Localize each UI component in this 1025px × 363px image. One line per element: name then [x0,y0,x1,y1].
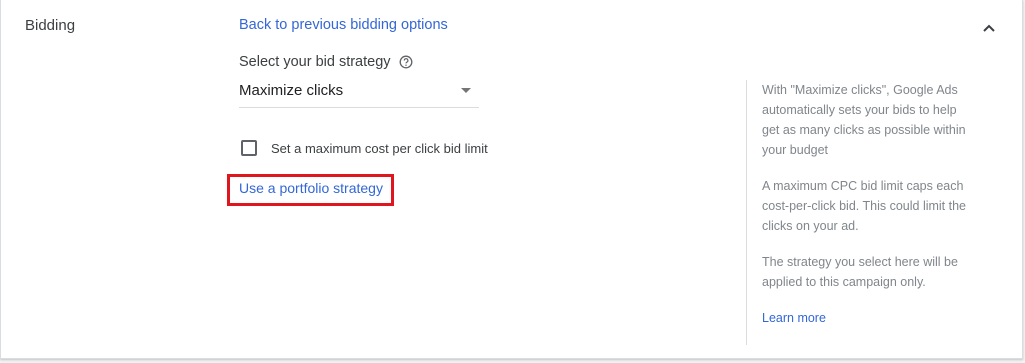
max-cpc-checkbox-label: Set a maximum cost per click bid limit [271,140,488,156]
help-paragraph-strategy-scope: The strategy you select here will be app… [762,255,958,289]
back-to-previous-bidding-options-link[interactable]: Back to previous bidding options [239,17,448,33]
chevron-up-icon [983,24,995,32]
bid-strategy-selected-value: Maximize clicks [239,82,344,99]
side-help-panel: With "Maximize clicks", Google Ads autom… [746,80,976,345]
help-paragraph-max-cpc: A maximum CPC bid limit caps each cost-p… [762,179,967,233]
bidding-panel: Bidding Back to previous bidding options… [0,0,1023,359]
max-cpc-checkbox-row[interactable]: Set a maximum cost per click bid limit [241,140,488,156]
bid-strategy-label: Select your bid strategy [239,54,413,70]
bid-strategy-select[interactable]: Maximize clicks [239,78,479,108]
learn-more-link[interactable]: Learn more [762,308,826,328]
dropdown-arrow-icon [461,88,471,93]
help-circle-icon[interactable] [399,55,413,69]
max-cpc-checkbox[interactable] [241,140,257,156]
collapse-button[interactable] [977,16,1001,40]
use-portfolio-strategy-link[interactable]: Use a portfolio strategy [239,180,383,196]
help-paragraph-maximize-clicks: With "Maximize clicks", Google Ads autom… [762,83,966,157]
section-title: Bidding [25,17,76,34]
bid-strategy-label-text: Select your bid strategy [239,54,391,70]
